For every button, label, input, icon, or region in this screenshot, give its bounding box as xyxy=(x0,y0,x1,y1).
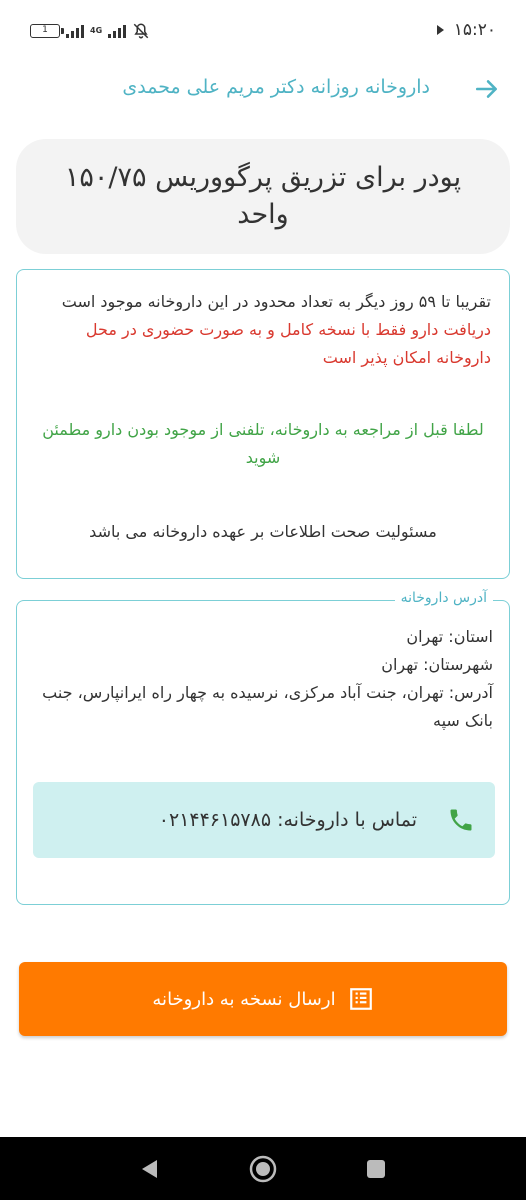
call-pharmacy-button[interactable]: تماس با داروخانه: ۰۲۱۴۴۶۱۵۷۸۵ xyxy=(33,782,495,858)
app-header: داروخانه روزانه دکتر مریم علی محمدی xyxy=(0,62,526,116)
send-prescription-button[interactable]: ارسال نسخه به داروخانه xyxy=(19,962,507,1036)
status-icons: 1 4G xyxy=(30,22,150,40)
receipt-icon xyxy=(349,988,372,1010)
battery-icon: 1 xyxy=(30,24,64,38)
signal-icon-2 xyxy=(108,24,127,38)
nav-back-icon[interactable] xyxy=(139,1158,159,1180)
play-icon xyxy=(436,25,444,35)
city-text: شهرستان: تهران xyxy=(381,655,493,674)
phone-icon xyxy=(450,809,472,831)
arrow-right-icon[interactable] xyxy=(474,76,500,102)
status-time: ۱۵:۲۰ xyxy=(453,20,496,40)
status-bar: 1 4G ۱۵:۲۰ xyxy=(0,0,526,62)
street-address-text: آدرس: تهران، جنت آباد مرکزی، نرسیده به چ… xyxy=(42,683,493,730)
address-card: آدرس داروخانه استان: تهران شهرستان: تهرا… xyxy=(16,590,510,905)
address-legend: آدرس داروخانه xyxy=(394,590,493,606)
address-body: استان: تهران شهرستان: تهران آدرس: تهران،… xyxy=(33,623,493,735)
network-type-label: 4G xyxy=(90,26,103,35)
province-text: استان: تهران xyxy=(406,627,493,646)
availability-text: تقریبا تا ۵۹ روز دیگر به تعداد محدود در … xyxy=(61,292,491,311)
info-card: تقریبا تا ۵۹ روز دیگر به تعداد محدود در … xyxy=(16,269,510,579)
nav-recent-apps-icon[interactable] xyxy=(367,1160,385,1178)
system-nav-bar xyxy=(0,1137,526,1200)
nav-home-icon[interactable] xyxy=(249,1155,277,1183)
page-title: داروخانه روزانه دکتر مریم علی محمدی xyxy=(122,76,430,98)
bell-off-icon xyxy=(133,23,149,39)
responsibility-text: مسئولیت صحت اطلاعات بر عهده داروخانه می … xyxy=(89,522,437,541)
status-right: ۱۵:۲۰ xyxy=(436,20,496,40)
signal-icon xyxy=(66,24,84,38)
call-pharmacy-label: تماس با داروخانه: ۰۲۱۴۴۶۱۵۷۸۵ xyxy=(158,809,417,831)
warning-text: دریافت دارو فقط با نسخه کامل و به صورت ح… xyxy=(85,320,491,367)
product-title-card: پودر برای تزریق پرگووریس ۱۵۰/۷۵ واحد xyxy=(16,139,510,254)
send-prescription-label: ارسال نسخه به داروخانه xyxy=(152,988,336,1010)
call-notice-text: لطفا قبل از مراجعه به داروخانه، تلفنی از… xyxy=(42,420,484,467)
product-title: پودر برای تزریق پرگووریس ۱۵۰/۷۵ واحد xyxy=(64,162,462,230)
